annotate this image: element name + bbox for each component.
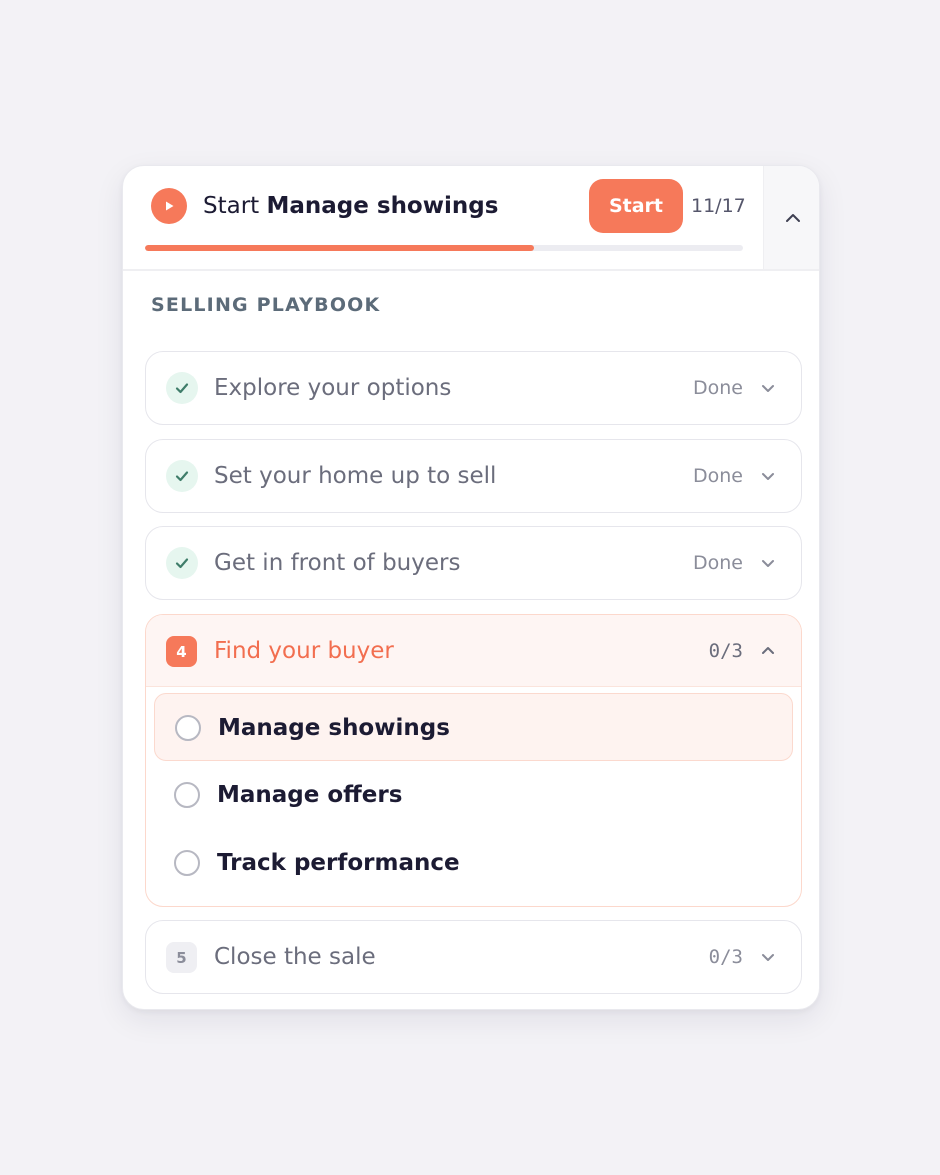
radio-circle-icon[interactable] — [175, 715, 201, 741]
step-explore-your-options[interactable]: Explore your options Done — [145, 351, 802, 425]
step-header[interactable]: 4 Find your buyer 0/3 — [146, 615, 801, 687]
title-prefix: Start — [203, 193, 260, 219]
step-title: Set your home up to sell — [214, 463, 497, 489]
play-icon[interactable] — [151, 188, 187, 224]
current-task-title: Start Manage showings — [203, 190, 498, 222]
check-icon — [166, 372, 198, 404]
check-icon — [166, 460, 198, 492]
start-button[interactable]: Start — [589, 179, 683, 233]
step-progress: 0/3 — [708, 946, 743, 968]
step-header[interactable]: Get in front of buyers Done — [146, 527, 801, 599]
step-title: Find your buyer — [214, 638, 394, 664]
radio-circle-icon[interactable] — [174, 782, 200, 808]
step-title: Explore your options — [214, 375, 452, 401]
step-status: Done — [693, 552, 743, 574]
substep-manage-offers[interactable]: Manage offers — [154, 761, 793, 829]
radio-circle-icon[interactable] — [174, 850, 200, 876]
chevron-down-icon[interactable] — [757, 552, 779, 574]
substep-label: Track performance — [217, 850, 460, 876]
chevron-up-icon[interactable] — [757, 640, 779, 662]
step-number-badge: 5 — [166, 942, 197, 973]
substep-manage-showings[interactable]: Manage showings — [154, 693, 793, 761]
step-header[interactable]: 5 Close the sale 0/3 — [146, 921, 801, 993]
substep-label: Manage showings — [218, 715, 450, 741]
step-number-badge: 4 — [166, 636, 197, 667]
step-title: Close the sale — [214, 944, 376, 970]
check-icon — [166, 547, 198, 579]
progress-bar — [145, 245, 743, 251]
step-close-the-sale[interactable]: 5 Close the sale 0/3 — [145, 920, 802, 994]
step-header[interactable]: Set your home up to sell Done — [146, 440, 801, 512]
step-find-your-buyer[interactable]: 4 Find your buyer 0/3 Manage showings Ma… — [145, 614, 802, 907]
collapse-panel-button[interactable] — [763, 166, 819, 269]
chevron-down-icon[interactable] — [757, 465, 779, 487]
chevron-down-icon[interactable] — [757, 377, 779, 399]
playbook-header: Start Manage showings Start 11/17 — [123, 166, 819, 271]
progress-bar-fill — [145, 245, 534, 251]
substep-label: Manage offers — [217, 782, 403, 808]
step-progress: 0/3 — [708, 640, 743, 662]
substep-track-performance[interactable]: Track performance — [154, 829, 793, 897]
step-header[interactable]: Explore your options Done — [146, 352, 801, 424]
progress-count: 11/17 — [691, 195, 746, 217]
title-task: Manage showings — [266, 193, 499, 219]
chevron-up-icon — [785, 213, 800, 222]
step-status: Done — [693, 377, 743, 399]
step-title: Get in front of buyers — [214, 550, 461, 576]
step-status: Done — [693, 465, 743, 487]
section-label: SELLING PLAYBOOK — [151, 294, 381, 316]
step-set-your-home-up-to-sell[interactable]: Set your home up to sell Done — [145, 439, 802, 513]
playbook-panel: Start Manage showings Start 11/17 SELLIN… — [122, 165, 820, 1010]
step-get-in-front-of-buyers[interactable]: Get in front of buyers Done — [145, 526, 802, 600]
chevron-down-icon[interactable] — [757, 946, 779, 968]
